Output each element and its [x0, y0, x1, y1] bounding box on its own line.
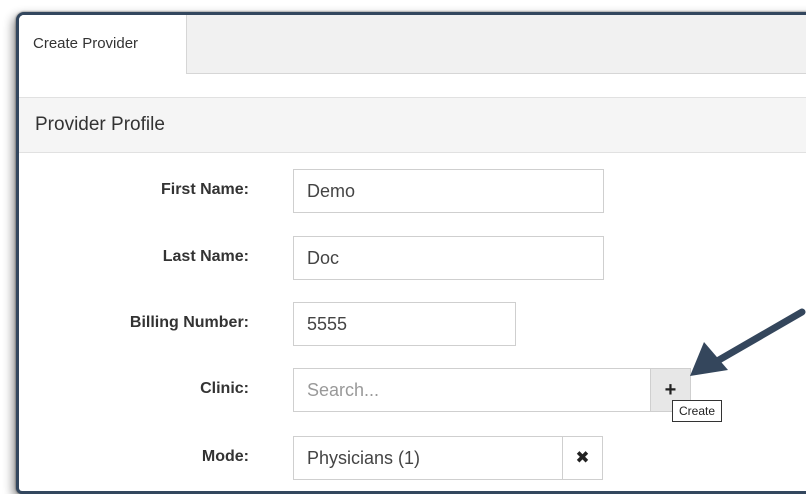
section-title: Provider Profile [35, 114, 165, 135]
tooltip-text: Create [679, 404, 716, 418]
last-name-field[interactable]: Doc [293, 236, 604, 280]
screenshot-canvas: Create Provider Provider Profile First N… [0, 0, 806, 494]
mode-row: Mode: Physicians (1) ✖ [19, 436, 806, 480]
create-tooltip: Create [672, 400, 723, 422]
clinic-label: Clinic: [200, 380, 249, 397]
billing-number-label: Billing Number: [129, 314, 249, 331]
first-name-field[interactable]: Demo [293, 169, 604, 213]
tab-create-provider[interactable]: Create Provider [19, 15, 187, 74]
last-name-value: Doc [307, 248, 340, 268]
last-name-row: Last Name: Doc [19, 236, 806, 280]
billing-number-field[interactable]: 5555 [293, 302, 516, 346]
first-name-row: First Name: Demo [19, 169, 806, 213]
first-name-label: First Name: [160, 181, 249, 198]
billing-number-value: 5555 [307, 314, 348, 334]
mode-clear-button[interactable]: ✖ [562, 436, 603, 480]
clinic-search-placeholder: Search... [307, 380, 380, 400]
close-icon: ✖ [575, 448, 590, 467]
section-header: Provider Profile [19, 97, 806, 153]
clinic-search-input[interactable]: Search... [293, 368, 651, 412]
mode-select[interactable]: Physicians (1) [293, 436, 563, 480]
mode-selected-value: Physicians (1) [307, 448, 421, 468]
first-name-value: Demo [307, 181, 356, 201]
pointer-arrow-icon [690, 308, 806, 376]
tab-label: Create Provider [33, 35, 139, 52]
mode-label: Mode: [201, 448, 249, 465]
tab-bar: Create Provider [19, 15, 806, 74]
last-name-label: Last Name: [162, 248, 249, 265]
